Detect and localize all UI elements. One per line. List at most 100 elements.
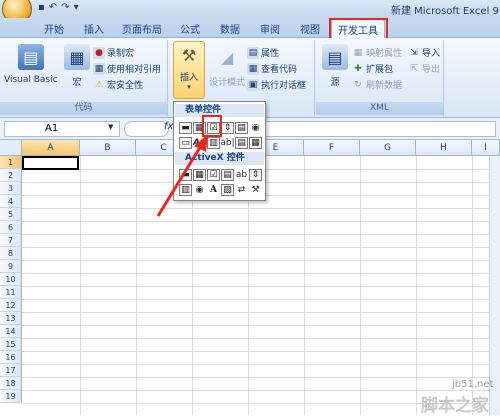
name-box[interactable]: A1 bbox=[4, 121, 120, 137]
activex-toggle-button-icon[interactable]: ⇄ bbox=[235, 184, 248, 196]
chevron-down-icon[interactable]: ▼ bbox=[108, 123, 113, 131]
grid-line bbox=[22, 247, 500, 248]
insert-control-button[interactable]: ⚒ 插入 ▾ bbox=[173, 41, 205, 99]
macros-button[interactable]: ▦ 宏 bbox=[64, 44, 90, 88]
row-header[interactable]: 15 bbox=[0, 338, 22, 351]
row-header[interactable]: 4 bbox=[0, 195, 22, 208]
row-header[interactable]: 5 bbox=[0, 208, 22, 221]
active-cell-a1[interactable] bbox=[22, 156, 79, 170]
expansion-pack-button[interactable]: ✚ 扩展包 bbox=[352, 62, 393, 76]
code-group: ▤ Visual Basic ▦ 宏 ● 录制宏 ▦ 使用相对引用 ⚠ 宏安全性… bbox=[0, 40, 168, 116]
grid-line bbox=[22, 299, 500, 300]
row-header[interactable]: 6 bbox=[0, 221, 22, 234]
column-header[interactable]: I bbox=[472, 140, 500, 156]
warning-icon: ⚠ bbox=[94, 79, 104, 90]
macro-security-button[interactable]: ⚠ 宏安全性 bbox=[93, 78, 143, 92]
list-box-control-icon[interactable]: ▤ bbox=[235, 122, 248, 134]
column-header[interactable]: G bbox=[360, 140, 416, 156]
tab-formulas[interactable]: 公式 bbox=[180, 21, 200, 36]
view-code-icon: ▦ bbox=[247, 62, 259, 75]
watermark-url: jb51.net bbox=[452, 379, 494, 390]
more-controls-icon[interactable]: ⚒ bbox=[249, 184, 262, 196]
combo-drop-down-control-icon[interactable]: ▦ bbox=[249, 137, 262, 149]
select-all-corner[interactable] bbox=[0, 140, 22, 156]
refresh-icon: ↻ bbox=[354, 79, 362, 90]
row-header[interactable]: 10 bbox=[0, 273, 22, 286]
xml-group: ▤ 源 ▦ 映射属性 ✚ 扩展包 ↻ 刷新数据 ⇲ 导入 ⇱ 导出 XML bbox=[316, 40, 444, 116]
run-dialog-button[interactable]: ▣ 执行对话框 bbox=[247, 78, 306, 91]
record-macro-button[interactable]: ● 录制宏 bbox=[93, 46, 134, 59]
row-header[interactable]: 9 bbox=[0, 260, 22, 273]
design-mode-button[interactable]: ◢ 设计模式 bbox=[209, 44, 245, 89]
row-header[interactable]: 3 bbox=[0, 182, 22, 195]
row-header[interactable]: 8 bbox=[0, 247, 22, 260]
watermark-site: 脚本之家 bbox=[421, 396, 489, 416]
spin-button-control-icon[interactable]: ⇕ bbox=[221, 122, 234, 134]
grid-line bbox=[22, 208, 500, 209]
column-header[interactable]: B bbox=[80, 140, 136, 156]
title-bar: ▪ ↶ ↷ ▾ 新建 Microsoft Excel 97- bbox=[0, 0, 500, 24]
ribbon-tab-row: 开始 插入 页面布局 公式 数据 审阅 视图 开发工具 bbox=[0, 18, 500, 39]
grid-line bbox=[22, 260, 500, 261]
tab-view[interactable]: 视图 bbox=[300, 21, 320, 36]
option-button-control-icon[interactable]: ◉ bbox=[249, 122, 262, 134]
activex-list-box-icon[interactable]: ▤ bbox=[221, 169, 234, 181]
refresh-data-button[interactable]: ↻ 刷新数据 bbox=[352, 78, 402, 92]
chevron-down-icon: ▾ bbox=[187, 83, 191, 91]
visual-basic-icon: ▤ bbox=[17, 44, 44, 70]
map-properties-icon: ▦ bbox=[353, 47, 363, 58]
tab-home[interactable]: 开始 bbox=[44, 21, 64, 36]
row-header[interactable]: 17 bbox=[0, 364, 22, 377]
quick-access-toolbar: ▪ ↶ ↷ ▾ bbox=[38, 2, 79, 13]
macros-icon: ▦ bbox=[64, 44, 90, 70]
expansion-pack-icon: ✚ bbox=[354, 63, 362, 74]
row-header[interactable]: 14 bbox=[0, 325, 22, 338]
tab-insert[interactable]: 插入 bbox=[84, 21, 104, 36]
row-header[interactable]: 7 bbox=[0, 234, 22, 247]
vertical-scrollbar[interactable] bbox=[489, 156, 500, 415]
view-code-button[interactable]: ▦ 查看代码 bbox=[247, 62, 297, 75]
redo-icon[interactable]: ↷ bbox=[61, 2, 69, 13]
grid-line bbox=[22, 286, 500, 287]
text-field-control-icon[interactable]: ab| bbox=[220, 137, 234, 149]
design-mode-icon: ◢ bbox=[220, 47, 234, 67]
map-properties-button[interactable]: ▦ 映射属性 bbox=[352, 46, 402, 60]
properties-button[interactable]: ▤ 属性 bbox=[247, 46, 279, 59]
grid-line bbox=[22, 377, 500, 378]
column-header[interactable]: F bbox=[304, 140, 360, 156]
tab-page-layout[interactable]: 页面布局 bbox=[122, 21, 162, 36]
developer-tab-highlight bbox=[329, 18, 388, 40]
run-dialog-icon: ▣ bbox=[247, 78, 259, 91]
row-header[interactable]: 18 bbox=[0, 377, 22, 390]
activex-text-box-icon[interactable]: ab bbox=[235, 169, 248, 181]
export-icon: ⇱ bbox=[410, 63, 418, 74]
row-header[interactable]: 13 bbox=[0, 312, 22, 325]
grid-line bbox=[22, 312, 500, 313]
grid-line bbox=[22, 273, 500, 274]
row-header[interactable]: 11 bbox=[0, 286, 22, 299]
undo-icon[interactable]: ↶ bbox=[49, 2, 57, 13]
save-icon[interactable]: ▪ bbox=[38, 2, 45, 13]
row-header[interactable]: 19 bbox=[0, 390, 22, 403]
source-button[interactable]: ▤ 源 bbox=[322, 44, 348, 88]
combo-list-edit-control-icon[interactable]: ▤ bbox=[235, 137, 248, 149]
relative-reference-button[interactable]: ▦ 使用相对引用 bbox=[93, 62, 161, 75]
activex-image-icon[interactable]: ▨ bbox=[221, 184, 234, 196]
row-header[interactable]: 16 bbox=[0, 351, 22, 364]
visual-basic-button[interactable]: ▤ Visual Basic bbox=[4, 44, 58, 85]
tab-review[interactable]: 审阅 bbox=[260, 21, 280, 36]
row-header[interactable]: 12 bbox=[0, 299, 22, 312]
column-header[interactable]: H bbox=[416, 140, 472, 156]
tab-data[interactable]: 数据 bbox=[220, 21, 240, 36]
import-button[interactable]: ⇲ 导入 bbox=[408, 46, 440, 60]
export-button[interactable]: ⇱ 导出 bbox=[408, 62, 440, 76]
import-icon: ⇲ bbox=[410, 47, 418, 58]
column-header[interactable]: A bbox=[22, 140, 80, 156]
row-header[interactable]: 2 bbox=[0, 169, 22, 182]
row-header[interactable]: 1 bbox=[0, 156, 22, 169]
annotation-arrow bbox=[156, 134, 208, 217]
window-title: 新建 Microsoft Excel 97- bbox=[391, 6, 500, 17]
activex-spin-button-icon[interactable]: ⇕ bbox=[249, 169, 262, 181]
customize-qat-icon[interactable]: ▾ bbox=[74, 2, 79, 13]
relative-reference-icon: ▦ bbox=[93, 62, 105, 75]
